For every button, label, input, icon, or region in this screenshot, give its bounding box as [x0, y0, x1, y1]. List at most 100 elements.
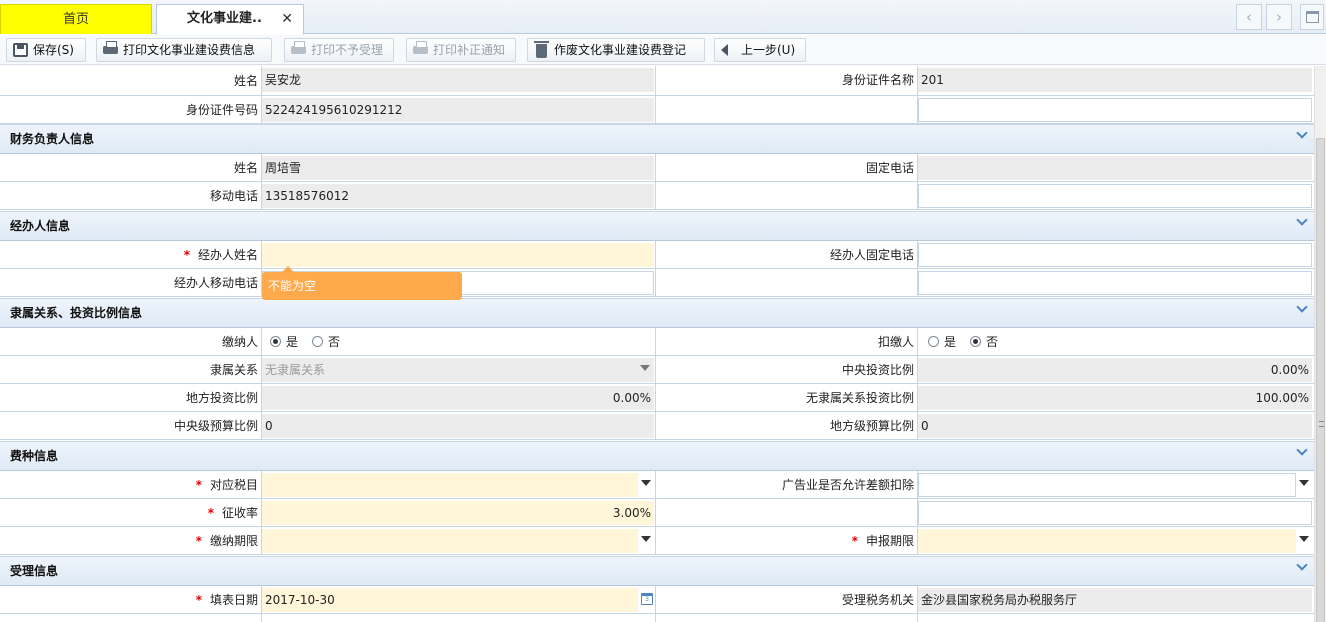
finance-name-field: 周培雪 [262, 156, 654, 180]
central-ratio-label: 中央投资比例 [841, 363, 914, 377]
tax-office-field: 金沙县国家税务局办税服务厅 [918, 588, 1312, 612]
save-button[interactable]: 保存(S) [6, 38, 86, 62]
finance-phone-field [918, 156, 1312, 180]
print-correction-button[interactable]: 打印补正通知 [406, 38, 516, 62]
empty-field [918, 184, 1312, 208]
dropdown-arrow-icon[interactable] [641, 536, 651, 542]
chevron-down-icon[interactable] [1296, 444, 1308, 456]
section-agent-header[interactable]: 经办人信息 [0, 211, 1314, 241]
tab-culture-fee[interactable]: 文化事业建.. ✕ [156, 4, 304, 35]
agent-phone-label: 经办人固定电话 [829, 248, 914, 262]
ad-deduct-select[interactable] [918, 473, 1296, 497]
form-row: 姓名 周培雪 固定电话 [0, 154, 1314, 182]
dropdown-arrow-icon[interactable] [641, 480, 651, 486]
print-icon [413, 41, 428, 54]
relation-select: 无隶属关系 [262, 358, 654, 382]
withholder-no-radio[interactable] [970, 336, 981, 347]
finance-name-label: 姓名 [233, 161, 258, 175]
empty-field [918, 501, 1312, 525]
chevron-down-icon[interactable] [1296, 301, 1308, 313]
local-budget-label: 地方级预算比例 [829, 419, 914, 433]
close-icon[interactable]: ✕ [281, 5, 293, 33]
section-affiliation-header[interactable]: 隶属关系、投资比例信息 [0, 298, 1314, 328]
form-row: 姓名 吴安龙 身份证件名称 201 [0, 66, 1314, 96]
section-title: 受理信息 [10, 564, 59, 578]
report-period-label: * 申报期限 [851, 534, 914, 548]
rate-input[interactable]: 3.00% [262, 501, 654, 525]
print-info-button-label: 打印文化事业建设费信息 [123, 43, 256, 57]
chevron-down-icon[interactable] [1296, 214, 1308, 226]
taxpayer-yes-radio[interactable] [270, 336, 281, 347]
back-button[interactable]: 上一步(U) [714, 38, 806, 62]
section-title: 隶属关系、投资比例信息 [10, 306, 143, 320]
save-icon [13, 43, 28, 57]
back-arrow-icon [721, 44, 728, 56]
print-info-button[interactable]: 打印文化事业建设费信息 [96, 38, 272, 62]
vertical-scrollbar[interactable] [1314, 66, 1326, 622]
dropdown-arrow-icon[interactable] [1299, 480, 1309, 486]
void-registration-button-label: 作废文化事业建设费登记 [554, 43, 687, 57]
section-finance-header[interactable]: 财务负责人信息 [0, 124, 1314, 154]
chevron-down-icon[interactable] [1296, 127, 1308, 139]
taxpayer-label: 缴纳人 [221, 335, 258, 349]
fill-date-label: * 填表日期 [195, 593, 258, 607]
print-icon [103, 41, 118, 54]
trash-icon [534, 41, 549, 58]
finance-phone-label: 固定电话 [865, 161, 914, 175]
local-ratio-field: 0.00% [262, 386, 654, 410]
form-row: 中央级预算比例 0 地方级预算比例 0 [0, 412, 1314, 440]
back-button-label: 上一步(U) [741, 43, 796, 57]
form-row: 地方投资比例 0.00% 无隶属关系投资比例 100.00% [0, 384, 1314, 412]
tab-home[interactable]: 首页 [0, 4, 152, 34]
tax-item-label: * 对应税目 [195, 478, 258, 492]
chevron-right-icon[interactable]: › [1266, 4, 1292, 30]
scrollbar-thumb[interactable] [1316, 138, 1325, 622]
finance-mobile-field: 13518576012 [262, 184, 654, 208]
maximize-icon[interactable] [1300, 4, 1324, 30]
taxpayer-no-radio[interactable] [312, 336, 323, 347]
form-row: 隶属关系 无隶属关系 中央投资比例 0.00% [0, 356, 1314, 384]
chevron-left-icon[interactable]: ‹ [1236, 4, 1262, 30]
form-row: * 经办人姓名 经办人固定电话 [0, 241, 1314, 269]
validation-tooltip: 不能为空 [262, 266, 462, 300]
tax-item-select[interactable] [262, 473, 638, 497]
ad-deduct-label: 广告业是否允许差额扣除 [781, 478, 914, 492]
form-row: 身份证件号码 522424195610291212 [0, 96, 1314, 124]
withholder-yes-label: 是 [944, 335, 957, 349]
local-ratio-label: 地方投资比例 [185, 391, 258, 405]
section-accept-header[interactable]: 受理信息 [0, 556, 1314, 586]
id-type-field: 201 [918, 68, 1312, 92]
chevron-down-icon[interactable] [1296, 559, 1308, 571]
tab-culture-fee-label: 文化事业建.. [187, 11, 262, 26]
print-icon [291, 41, 306, 54]
form-row: 经办人移动电话 [0, 269, 1314, 297]
dropdown-arrow-icon[interactable] [1299, 536, 1309, 542]
dropdown-arrow-icon [640, 365, 650, 371]
empty-field [918, 271, 1312, 295]
section-fee-header[interactable]: 费种信息 [0, 441, 1314, 471]
pay-period-select[interactable] [262, 529, 638, 553]
agent-name-input[interactable] [262, 243, 654, 267]
local-budget-field: 0 [918, 414, 1312, 438]
agent-phone-input[interactable] [918, 243, 1312, 267]
withholder-no-label: 否 [986, 335, 999, 349]
print-reject-button-label: 打印不予受理 [311, 43, 384, 57]
form-row: 移动电话 13518576012 [0, 182, 1314, 210]
withholder-yes-radio[interactable] [928, 336, 939, 347]
print-reject-button[interactable]: 打印不予受理 [284, 38, 394, 62]
empty-field [918, 98, 1312, 122]
fill-date-input[interactable]: 2017-10-30 [262, 588, 638, 612]
none-ratio-label: 无隶属关系投资比例 [805, 391, 914, 405]
form-row: * 征收率 3.00% [0, 499, 1314, 527]
tax-office-label: 受理税务机关 [841, 593, 914, 607]
legal-name-label: 姓名 [233, 74, 258, 88]
central-budget-field: 0 [262, 414, 654, 438]
report-period-select[interactable] [918, 529, 1296, 553]
tab-bar: 首页 文化事业建.. ✕ ‹ › [0, 0, 1326, 35]
calendar-icon[interactable]: 3 [641, 593, 653, 605]
finance-mobile-label: 移动电话 [209, 189, 258, 203]
void-registration-button[interactable]: 作废文化事业建设费登记 [527, 38, 705, 62]
form-row: 缴纳人 是 否 扣缴人 是 否 [0, 328, 1314, 356]
central-budget-label: 中央级预算比例 [173, 419, 258, 433]
central-ratio-field: 0.00% [918, 358, 1312, 382]
